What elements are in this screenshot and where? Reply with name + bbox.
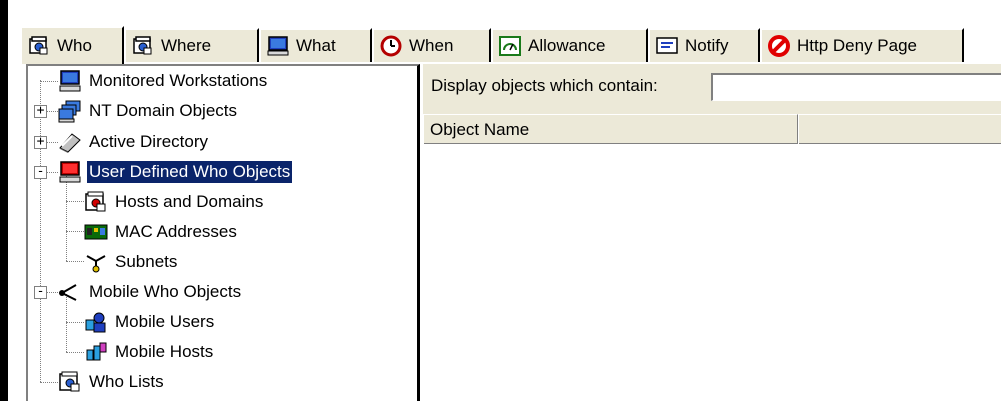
mobile-icon xyxy=(58,280,82,304)
tab-label: What xyxy=(296,36,336,55)
mobile-hosts-icon xyxy=(84,340,108,364)
tree-item-label: Subnets xyxy=(115,252,178,271)
tree-item-nt-domain-objects[interactable]: NT Domain Objects xyxy=(58,97,239,125)
filter-label: Display objects which contain: xyxy=(431,76,658,95)
tree-line xyxy=(66,322,84,323)
tab-when[interactable]: When xyxy=(372,28,491,62)
tree-item-who-lists[interactable]: Who Lists xyxy=(58,368,166,396)
workstation-icon xyxy=(58,69,82,93)
tab-notify[interactable]: Notify xyxy=(648,28,760,62)
tab-label: Where xyxy=(161,36,212,55)
tree-line xyxy=(66,201,84,202)
allowance-icon xyxy=(499,35,521,57)
tree-item-label: User Defined Who Objects xyxy=(85,160,294,184)
tree-item-mobile-who-objects[interactable]: Mobile Who Objects xyxy=(58,278,243,306)
notify-icon xyxy=(656,35,678,57)
tree-item-mac-addresses[interactable]: MAC Addresses xyxy=(84,218,239,246)
tab-label: Notify xyxy=(685,36,729,55)
collapse-mobile-who-objects[interactable]: - xyxy=(34,285,47,299)
tree-item-label: Active Directory xyxy=(89,132,209,151)
tree-item-label: Monitored Workstations xyxy=(89,71,268,90)
tree-item-mobile-users[interactable]: Mobile Users xyxy=(84,308,216,336)
what-icon xyxy=(267,35,289,57)
tree-line xyxy=(66,352,84,353)
tree-line xyxy=(66,173,67,261)
where-icon xyxy=(132,35,154,57)
tab-allowance[interactable]: Allowance xyxy=(491,28,648,62)
tab-where[interactable]: Where xyxy=(124,28,259,62)
clock-icon xyxy=(380,35,402,57)
tree-item-mobile-hosts[interactable]: Mobile Hosts xyxy=(84,338,215,366)
active-directory-icon xyxy=(58,130,82,154)
column-header-object-name[interactable]: Object Name xyxy=(423,114,798,144)
tab-strip: Who Where What When Allowance Notify Htt… xyxy=(20,26,1001,64)
object-list[interactable] xyxy=(423,145,1001,401)
expand-nt-domain-objects[interactable]: + xyxy=(34,104,47,118)
tree-item-label: Mobile Users xyxy=(115,312,215,331)
tree-item-hosts-and-domains[interactable]: Hosts and Domains xyxy=(84,188,265,216)
window-edge xyxy=(0,0,8,401)
subnet-icon xyxy=(84,250,108,274)
tab-label: Http Deny Page xyxy=(797,36,918,55)
tab-what[interactable]: What xyxy=(259,28,372,62)
tree-line xyxy=(66,231,84,232)
who-tree[interactable]: + + - - Monitored Workstations NT Domain… xyxy=(26,64,420,401)
who-icon xyxy=(28,35,50,57)
tab-http-deny-page[interactable]: Http Deny Page xyxy=(760,28,964,62)
tree-item-user-defined-who-objects[interactable]: User Defined Who Objects xyxy=(58,158,294,186)
deny-icon xyxy=(768,35,790,57)
column-header-label: Object Name xyxy=(430,119,530,139)
collapse-user-defined-who-objects[interactable]: - xyxy=(34,165,47,179)
app-window: Who Where What When Allowance Notify Htt… xyxy=(0,0,1001,401)
tab-label: When xyxy=(409,36,454,55)
tab-label: Allowance xyxy=(528,36,606,55)
tree-item-label: Hosts and Domains xyxy=(115,192,264,211)
mobile-users-icon xyxy=(84,310,108,334)
filter-input[interactable] xyxy=(711,73,1001,101)
expand-active-directory[interactable]: + xyxy=(34,135,47,149)
tree-line xyxy=(66,261,84,262)
tree-line xyxy=(40,81,58,82)
tree-item-label: MAC Addresses xyxy=(115,222,237,241)
tree-item-label: NT Domain Objects xyxy=(89,101,238,120)
mac-icon xyxy=(84,220,108,244)
tree-item-subnets[interactable]: Subnets xyxy=(84,248,179,276)
who-lists-icon xyxy=(58,370,82,394)
tab-label: Who xyxy=(57,36,92,55)
hosts-icon xyxy=(84,190,108,214)
tree-item-monitored-workstations[interactable]: Monitored Workstations xyxy=(58,67,269,95)
filter-bar: Display objects which contain: xyxy=(423,64,1001,114)
tree-item-label: Mobile Who Objects xyxy=(89,282,242,301)
tab-who[interactable]: Who xyxy=(20,26,124,64)
object-list-panel: Display objects which contain: Object Na… xyxy=(423,64,1001,401)
tree-line xyxy=(40,80,41,382)
tree-item-active-directory[interactable]: Active Directory xyxy=(58,128,210,156)
tree-line xyxy=(40,382,58,383)
list-header: Object Name xyxy=(423,114,1001,144)
domain-icon xyxy=(58,99,82,123)
column-header-blank[interactable] xyxy=(798,114,1001,144)
user-defined-icon xyxy=(58,160,82,184)
tree-item-label: Mobile Hosts xyxy=(115,342,214,361)
tree-item-label: Who Lists xyxy=(89,372,164,391)
